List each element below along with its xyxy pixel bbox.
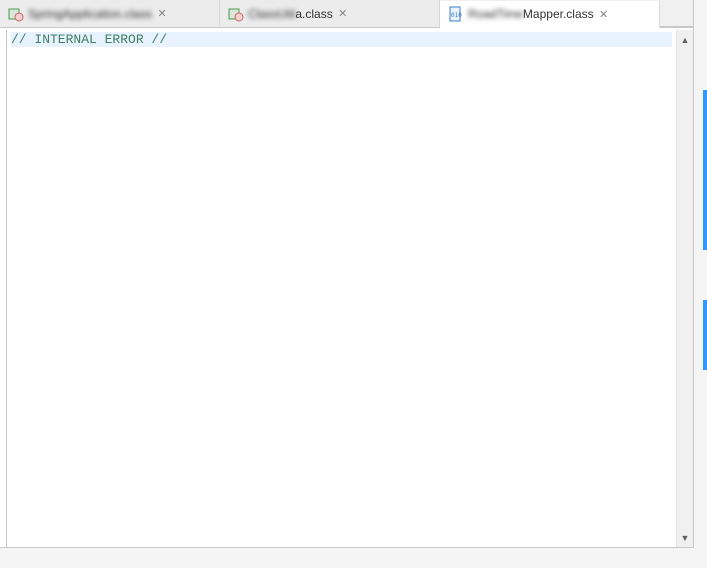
tab-spring-application[interactable]: SpringApplication.class ✕ (0, 0, 220, 27)
right-gutter (695, 0, 707, 568)
close-icon[interactable]: ✕ (337, 8, 349, 20)
tab-class-utils[interactable]: ClassUtila.class ✕ (220, 0, 440, 27)
scroll-indicator (703, 300, 707, 370)
tab-bar-spacer (660, 0, 693, 27)
close-icon[interactable]: ✕ (156, 8, 168, 20)
editor-container: SpringApplication.class ✕ ClassUtila.cla… (0, 0, 694, 548)
tab-road-time-mapper[interactable]: 010 RoadTimeMapper.class ✕ (440, 1, 660, 28)
scroll-down-arrow[interactable]: ▼ (678, 530, 693, 545)
binary-file-icon: 010 (448, 6, 464, 22)
tab-label: ClassUtila.class (248, 7, 333, 21)
code-line: // INTERNAL ERROR // (11, 32, 167, 47)
scroll-indicator (703, 90, 707, 250)
editor-body: // INTERNAL ERROR // ▲ ▼ (6, 30, 693, 547)
code-area[interactable]: // INTERNAL ERROR // (7, 30, 676, 547)
class-file-icon (228, 6, 244, 22)
tab-bar: SpringApplication.class ✕ ClassUtila.cla… (0, 0, 693, 28)
close-icon[interactable]: ✕ (598, 8, 610, 20)
tab-label: SpringApplication.class (28, 7, 152, 21)
tab-label: RoadTimeMapper.class (468, 7, 594, 21)
class-file-icon (8, 6, 24, 22)
scroll-up-arrow[interactable]: ▲ (678, 32, 693, 47)
svg-text:010: 010 (451, 12, 462, 19)
vertical-scrollbar[interactable]: ▲ ▼ (676, 30, 693, 547)
